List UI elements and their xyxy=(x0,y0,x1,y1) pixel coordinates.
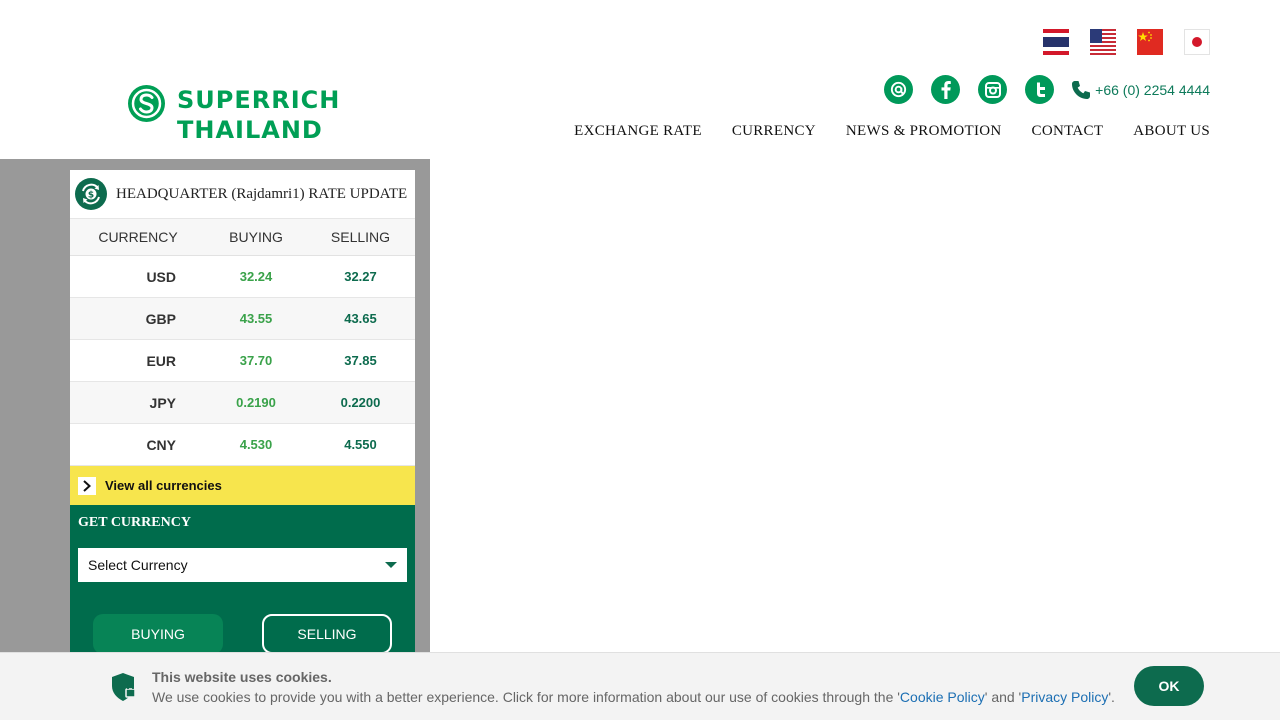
page: SUPERRICH THAILAND +66 (0) 2254 4444 EXC… xyxy=(0,0,1280,720)
get-currency-title: GET CURRENCY xyxy=(78,515,191,530)
rate-table-header: CURRENCY BUYING SELLING xyxy=(70,219,415,256)
buying-button[interactable]: BUYING xyxy=(93,614,223,654)
thailand-flag-icon[interactable] xyxy=(1043,29,1069,55)
superrich-logo-icon xyxy=(128,85,165,122)
shield-lock-icon xyxy=(112,673,136,701)
cookie-policy-link[interactable]: Cookie Policy xyxy=(900,689,985,705)
nav-currency[interactable]: CURRENCY xyxy=(732,123,816,140)
rate-buying: 4.530 xyxy=(239,437,273,452)
cookie-ok-button[interactable]: OK xyxy=(1134,666,1204,706)
nav-about-us[interactable]: ABOUT US xyxy=(1133,123,1210,140)
brand-line-2: THAILAND xyxy=(177,116,323,144)
rate-currency: JPY xyxy=(149,394,176,411)
rate-buying: 37.70 xyxy=(239,353,273,368)
rate-row-eur: EUR 37.70 37.85 xyxy=(70,340,415,382)
china-flag-icon[interactable] xyxy=(1137,29,1163,55)
cookie-text-intro: We use cookies to provide you with a bet… xyxy=(152,689,900,705)
rate-selling: 0.2200 xyxy=(340,395,381,410)
get-currency-buttons: BUYING SELLING xyxy=(78,614,407,654)
usa-flag-icon[interactable] xyxy=(1090,29,1116,55)
rate-buying: 32.24 xyxy=(239,269,273,284)
phone-number: +66 (0) 2254 4444 xyxy=(1095,81,1210,98)
rate-buying: 43.55 xyxy=(239,311,273,326)
rate-buying: 0.2190 xyxy=(236,395,276,410)
cookie-title: This website uses cookies. xyxy=(152,669,332,685)
cookie-text: We use cookies to provide you with a bet… xyxy=(152,689,1115,705)
column-currency: CURRENCY xyxy=(98,229,178,245)
selling-button[interactable]: SELLING xyxy=(262,614,392,654)
japan-flag-icon[interactable] xyxy=(1184,29,1210,55)
rate-row-usd: USD 32.24 32.27 xyxy=(70,256,415,298)
email-icon[interactable] xyxy=(884,75,914,104)
main-nav: EXCHANGE RATE CURRENCY NEWS & PROMOTION … xyxy=(574,123,1210,140)
rate-row-cny: CNY 4.530 4.550 xyxy=(70,424,415,466)
nav-contact[interactable]: CONTACT xyxy=(1032,123,1104,140)
rate-row-gbp: GBP 43.55 43.65 xyxy=(70,298,415,340)
rate-row-jpy: JPY 0.2190 0.2200 xyxy=(70,382,415,424)
rate-selling: 4.550 xyxy=(344,437,377,452)
column-selling: SELLING xyxy=(330,229,391,245)
currency-exchange-icon: $ xyxy=(75,178,107,210)
rate-currency: GBP xyxy=(145,310,176,327)
social-links: +66 (0) 2254 4444 xyxy=(884,75,1210,104)
instagram-icon[interactable] xyxy=(978,75,1008,104)
chevron-down-icon xyxy=(385,562,397,568)
column-buying: BUYING xyxy=(229,229,283,245)
cookie-banner: This website uses cookies. We use cookie… xyxy=(0,652,1280,720)
view-all-currencies-link[interactable]: View all currencies xyxy=(70,466,415,505)
currency-select-value: Select Currency xyxy=(88,557,188,573)
chevron-right-icon xyxy=(78,476,96,495)
privacy-policy-link[interactable]: Privacy Policy xyxy=(1021,689,1108,705)
phone-contact[interactable]: +66 (0) 2254 4444 xyxy=(1070,79,1210,101)
facebook-icon[interactable] xyxy=(931,75,961,104)
svg-text:$: $ xyxy=(88,191,94,201)
rate-panel: $ HEADQUARTER (Rajdamri1) RATE UPDATE CU… xyxy=(70,170,415,654)
rate-panel-title: HEADQUARTER (Rajdamri1) RATE UPDATE xyxy=(116,185,408,202)
cookie-text-end: '. xyxy=(1108,689,1115,705)
rate-currency: USD xyxy=(146,268,176,285)
rate-currency: CNY xyxy=(146,436,176,453)
brand-line-1: SUPERRICH xyxy=(177,86,341,114)
logo[interactable]: SUPERRICH THAILAND xyxy=(128,85,340,145)
rate-panel-header: $ HEADQUARTER (Rajdamri1) RATE UPDATE xyxy=(70,170,415,219)
currency-select[interactable]: Select Currency xyxy=(78,548,407,582)
phone-icon xyxy=(1072,80,1091,99)
nav-news-promotion[interactable]: NEWS & PROMOTION xyxy=(846,123,1002,140)
cookie-text-and: ' and ' xyxy=(984,689,1022,705)
brand-name: SUPERRICH THAILAND xyxy=(177,85,340,145)
rate-selling: 37.85 xyxy=(344,353,377,368)
rate-selling: 32.27 xyxy=(344,269,377,284)
nav-exchange-rate[interactable]: EXCHANGE RATE xyxy=(574,123,702,140)
rate-selling: 43.65 xyxy=(344,311,377,326)
rate-table-body: USD 32.24 32.27 GBP 43.55 43.65 EUR 37.7… xyxy=(70,256,415,466)
rate-currency: EUR xyxy=(146,352,176,369)
view-all-label: View all currencies xyxy=(105,478,222,493)
twitter-icon[interactable] xyxy=(1025,75,1055,104)
language-flags xyxy=(1043,29,1210,55)
get-currency-section: GET CURRENCY Select Currency BUYING SELL… xyxy=(70,505,415,654)
